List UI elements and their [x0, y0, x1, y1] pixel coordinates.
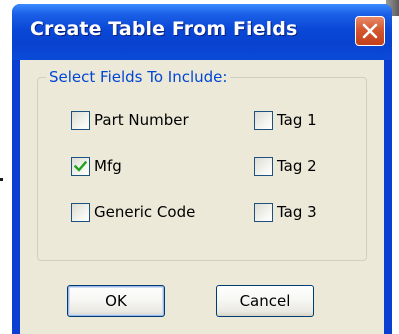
part-number-checkbox[interactable] — [71, 111, 90, 130]
dialog-window: Create Table From Fields Select Fields T… — [12, 4, 392, 334]
dialog-title: Create Table From Fields — [30, 18, 298, 40]
fields-groupbox: Select Fields To Include: Part Number Ta… — [37, 68, 367, 261]
title-bar[interactable]: Create Table From Fields — [12, 4, 392, 60]
tag-2-checkbox[interactable] — [254, 157, 273, 176]
stray-dot — [0, 178, 3, 181]
mfg-checkbox[interactable] — [71, 157, 90, 176]
generic-code-checkbox[interactable] — [71, 203, 90, 222]
groupbox-legend: Select Fields To Include: — [46, 68, 231, 86]
part-number-label: Part Number — [94, 111, 189, 129]
checkmark-icon — [74, 160, 87, 172]
dialog-body: Select Fields To Include: Part Number Ta… — [20, 60, 384, 334]
mfg-label: Mfg — [94, 157, 122, 175]
tag-1-label: Tag 1 — [277, 111, 317, 129]
ok-button[interactable]: OK — [67, 285, 165, 317]
tag-3-checkbox[interactable] — [254, 203, 273, 222]
close-icon — [362, 23, 378, 39]
tag-1-checkbox[interactable] — [254, 111, 273, 130]
close-button[interactable] — [355, 16, 385, 46]
generic-code-label: Generic Code — [94, 203, 196, 221]
cancel-button[interactable]: Cancel — [216, 285, 314, 317]
tag-3-label: Tag 3 — [277, 203, 317, 221]
tag-2-label: Tag 2 — [277, 157, 317, 175]
